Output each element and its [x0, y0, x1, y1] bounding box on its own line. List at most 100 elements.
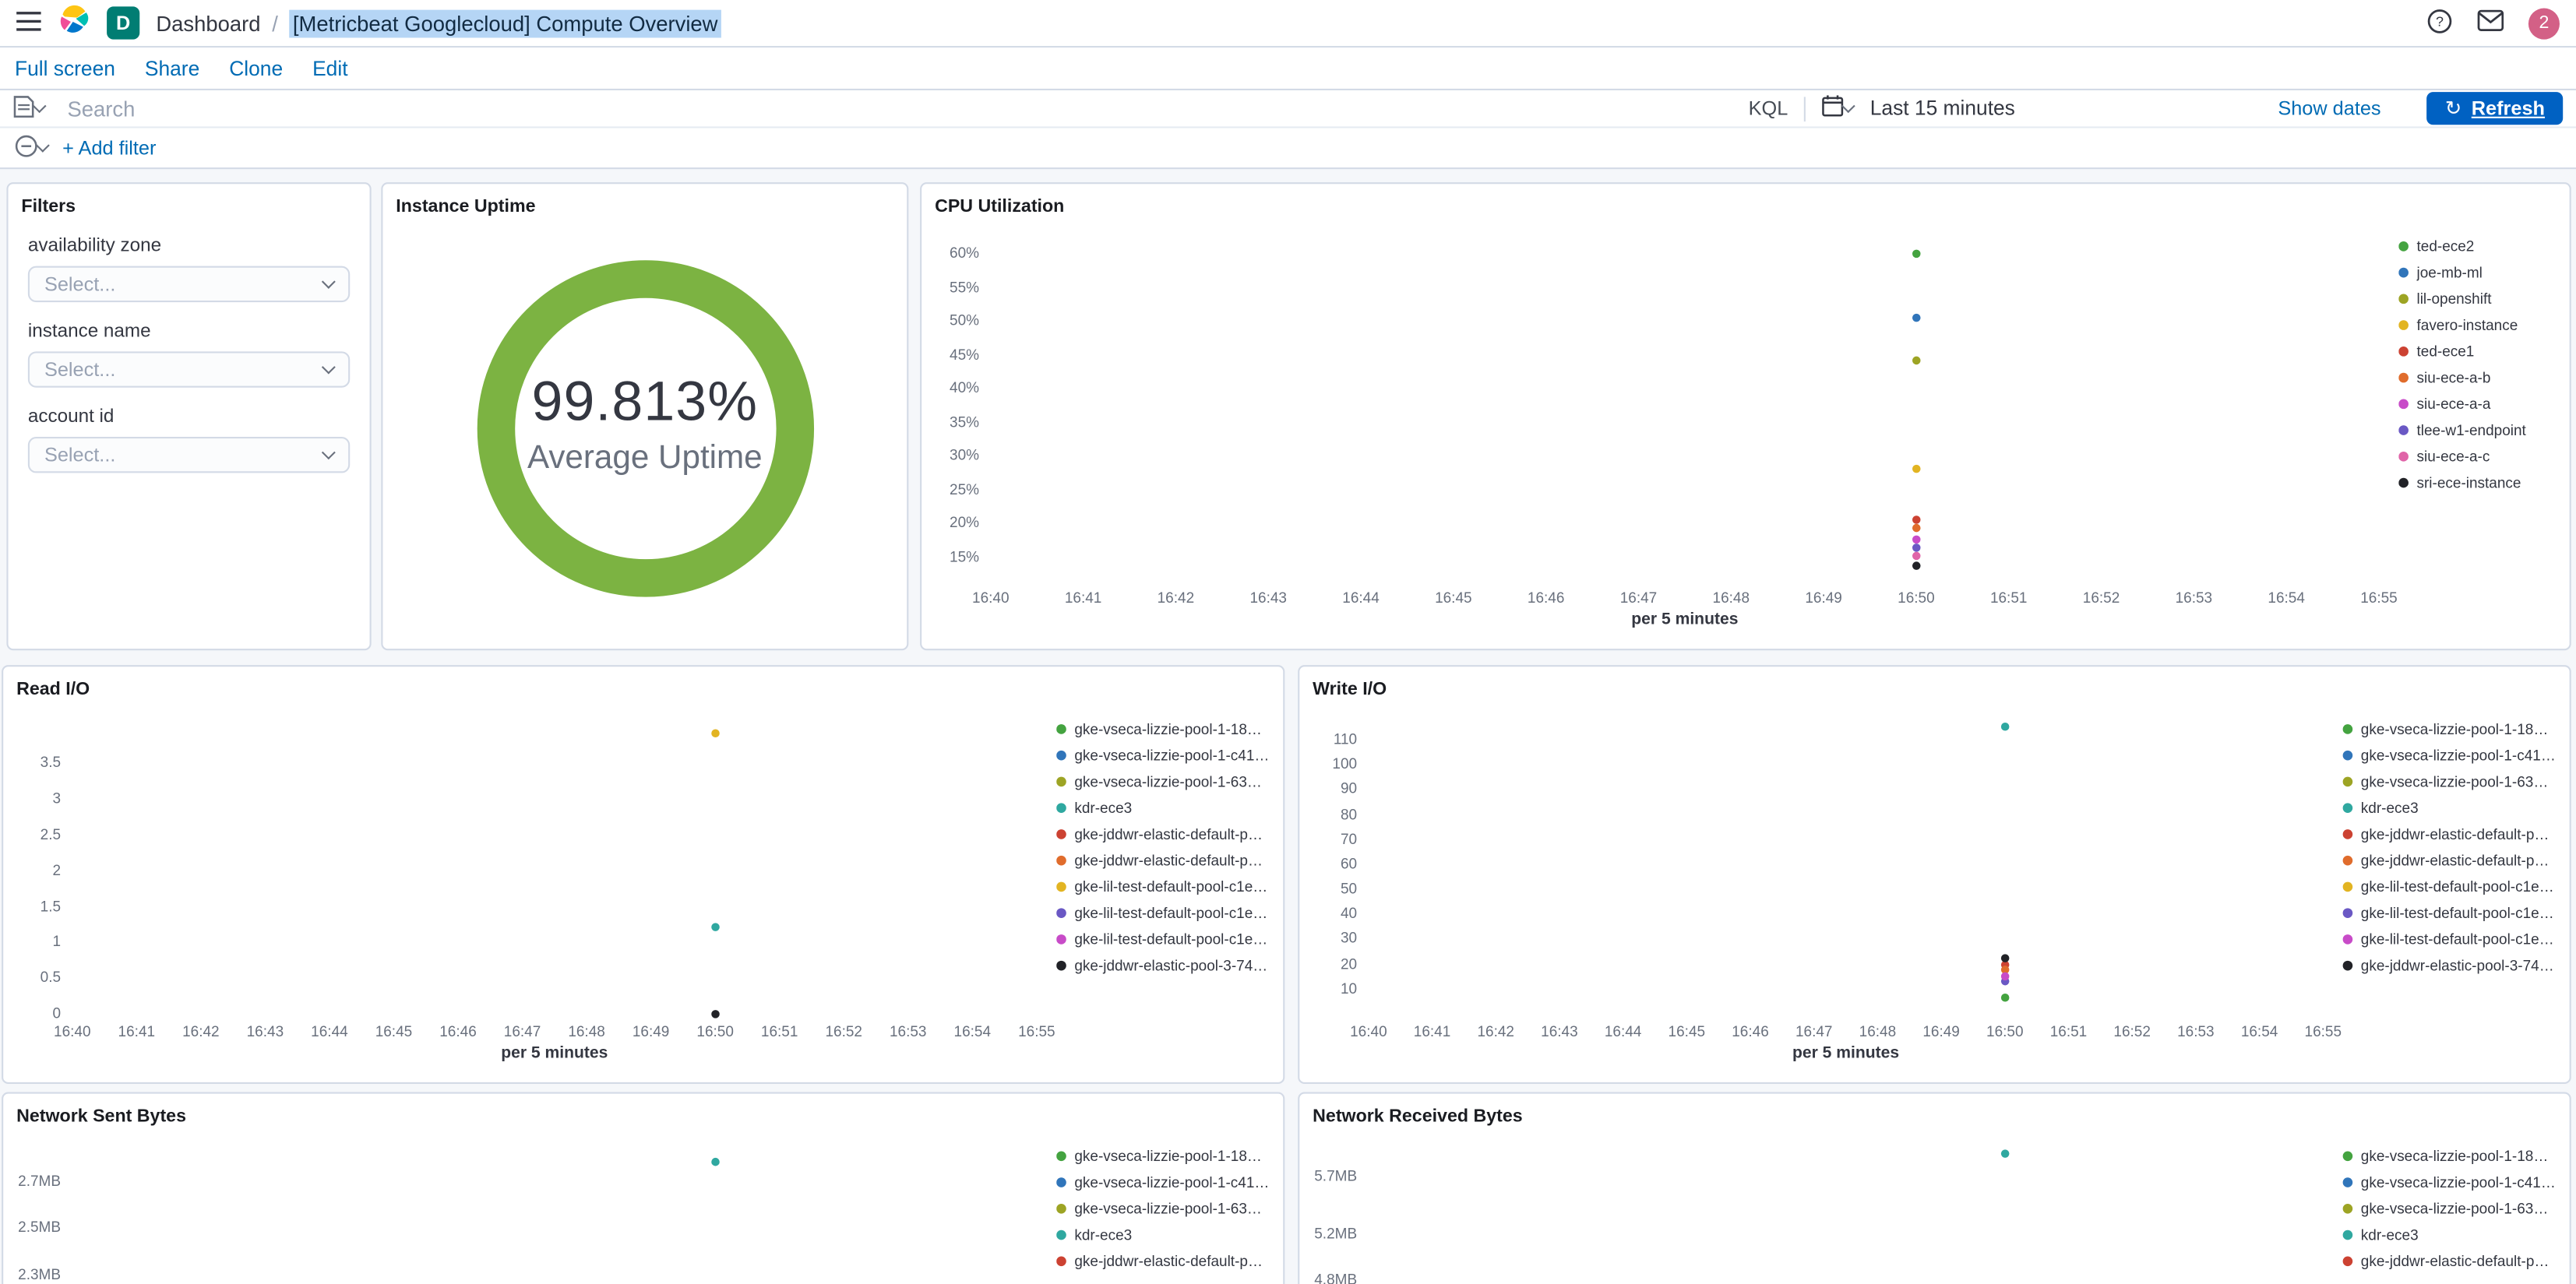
legend-item[interactable]: gke-jddwr-elastic-default-po…	[1056, 847, 1270, 874]
legend-dot-icon	[2398, 294, 2409, 304]
breadcrumb-dashboard[interactable]: Dashboard	[156, 11, 260, 36]
legend-item[interactable]: kdr-ece3	[1056, 1222, 1270, 1248]
legend-label: gke-vseca-lizzie-pool-1-630…	[2360, 1200, 2557, 1217]
user-avatar-button[interactable]: 2	[2528, 7, 2560, 39]
availability-zone-select[interactable]: Select...	[27, 266, 351, 303]
search-input[interactable]: Search	[67, 96, 135, 121]
x-axis-tick: 16:55	[2360, 589, 2398, 607]
legend-item[interactable]: favero-instance	[2398, 312, 2556, 339]
legend-label: gke-jddwr-elastic-pool-3-74…	[2360, 957, 2554, 974]
legend-label: tlee-w1-endpoint	[2416, 422, 2526, 439]
legend-item[interactable]: gke-vseca-lizzie-pool-1-c417…	[2342, 1170, 2557, 1196]
panel-read-io: Read I/O 3.5 3 2.5 2 1.5 1 0.5 0 16:40 16:41 16:42…	[2, 665, 1285, 1085]
legend-item[interactable]: gke-lil-test-default-pool-c1e…	[1056, 900, 1270, 927]
legend-item[interactable]: gke-vseca-lizzie-pool-1-1877…	[1056, 1143, 1270, 1170]
select-placeholder: Select...	[44, 443, 116, 466]
menu-item-clone[interactable]: Clone	[229, 57, 283, 80]
menu-item-full-screen[interactable]: Full screen	[15, 57, 115, 80]
panel-title[interactable]: Network Received Bytes	[1313, 1107, 2557, 1127]
x-axis-tick: 16:41	[1064, 589, 1102, 607]
elastic-logo[interactable]	[58, 2, 90, 44]
legend-item[interactable]: gke-jddwr-elastic-default-po…	[1056, 821, 1270, 848]
chart-legend: gke-vseca-lizzie-pool-1-1877… gke-vseca-l…	[2342, 706, 2557, 1066]
legend-item[interactable]: gke-lil-test-default-pool-c1e…	[2342, 927, 2557, 953]
legend-item[interactable]: gke-vseca-lizzie-pool-1-630…	[2342, 769, 2557, 795]
legend-item[interactable]: gke-lil-test-default-pool-c1e…	[1056, 927, 1270, 953]
panel-title[interactable]: Instance Uptime	[396, 197, 893, 216]
legend-item[interactable]: gke-jddwr-elastic-pool-3-74…	[2342, 952, 2557, 979]
show-dates-link[interactable]: Show dates	[2278, 97, 2380, 120]
network-received-bytes-chart: 5.7MB5.2MB4.8MB4.3MB3.8MB3.3MB	[1313, 1133, 2342, 1284]
x-axis-tick: 16:46	[439, 1022, 477, 1040]
legend-item[interactable]: siu-ece-a-b	[2398, 364, 2556, 391]
panel-title[interactable]: Filters	[21, 197, 356, 216]
y-axis-tick: 4.8MB	[1314, 1272, 1358, 1284]
legend-item[interactable]: gke-vseca-lizzie-pool-1-1877…	[2342, 1143, 2557, 1170]
newsfeed-button[interactable]	[2477, 9, 2504, 37]
legend-item[interactable]: gke-vseca-lizzie-pool-1-c417…	[2342, 742, 2557, 769]
chevron-down-icon	[35, 138, 50, 153]
y-axis-tick: 40	[1340, 905, 1358, 922]
legend-item[interactable]: gke-lil-test-default-pool-c1e…	[1056, 874, 1270, 900]
uptime-sublabel: Average Uptime	[527, 438, 763, 476]
legend-label: kdr-ece3	[1074, 1226, 1133, 1244]
time-range-display[interactable]: Last 15 minutes	[1870, 97, 2015, 120]
menu-item-share[interactable]: Share	[145, 57, 199, 80]
legend-label: gke-jddwr-elastic-default-po…	[1074, 1253, 1270, 1270]
legend-item[interactable]: kdr-ece3	[2342, 1222, 2557, 1248]
legend-dot-icon	[2342, 776, 2353, 787]
panel-title[interactable]: Write I/O	[1313, 680, 2557, 699]
kql-language-button[interactable]: KQL	[1749, 97, 1788, 120]
legend-item[interactable]: siu-ece-a-a	[2398, 391, 2556, 417]
menu-item-edit[interactable]: Edit	[312, 57, 347, 80]
legend-item[interactable]: siu-ece-a-c	[2398, 443, 2556, 470]
legend-item[interactable]: sri-ece-instance	[2398, 470, 2556, 496]
legend-item[interactable]: gke-jddwr-elastic-pool-3-74…	[1056, 952, 1270, 979]
legend-dot-icon	[2342, 750, 2353, 761]
page-title[interactable]: [Metricbeat Googlecloud] Compute Overvie…	[289, 9, 721, 37]
legend-item[interactable]: gke-lil-test-default-pool-c1e…	[2342, 900, 2557, 927]
legend-item[interactable]: gke-vseca-lizzie-pool-1-630…	[1056, 769, 1270, 795]
datepicker-quick-menu-button[interactable]	[1822, 95, 1856, 121]
refresh-button[interactable]: ↻ Refresh	[2426, 92, 2564, 125]
legend-item[interactable]: gke-vseca-lizzie-pool-1-630…	[1056, 1195, 1270, 1222]
legend-item[interactable]: joe-mb-ml	[2398, 259, 2556, 286]
add-filter-link[interactable]: + Add filter	[62, 136, 156, 160]
legend-item[interactable]: gke-jddwr-elastic-default-po…	[2342, 847, 2557, 874]
chart-legend: ted-ece2 joe-mb-ml lil-openshift favero-ins…	[2398, 223, 2556, 632]
data-point	[1912, 561, 1921, 571]
filter-options-button[interactable]	[15, 134, 50, 162]
legend-item[interactable]: kdr-ece3	[1056, 795, 1270, 821]
legend-item[interactable]: gke-jddwr-elastic-default-po…	[1056, 1248, 1270, 1275]
legend-item[interactable]: gke-lil-test-default-pool-c1e…	[2342, 874, 2557, 900]
panel-title[interactable]: CPU Utilization	[935, 197, 2557, 216]
saved-query-menu-button[interactable]	[13, 94, 47, 122]
space-badge[interactable]: D	[107, 6, 140, 40]
refresh-button-label: Refresh	[2471, 97, 2545, 120]
y-axis-tick: 2.5MB	[18, 1219, 62, 1237]
legend-item[interactable]: kdr-ece3	[2342, 795, 2557, 821]
read-io-chart: 3.5 3 2.5 2 1.5 1 0.5 0 16:40 16:41 16:42 16:43 16:4…	[16, 706, 1056, 1066]
x-axis-tick: 16:54	[953, 1022, 992, 1040]
legend-item[interactable]: gke-vseca-lizzie-pool-1-1877…	[2342, 716, 2557, 743]
legend-label: gke-vseca-lizzie-pool-1-1877…	[2360, 1148, 2557, 1165]
legend-item[interactable]: gke-vseca-lizzie-pool-1-c417…	[1056, 1170, 1270, 1196]
legend-item[interactable]: tlee-w1-endpoint	[2398, 417, 2556, 444]
refresh-icon: ↻	[2444, 97, 2462, 120]
legend-item[interactable]: gke-vseca-lizzie-pool-1-630…	[2342, 1195, 2557, 1222]
instance-name-select[interactable]: Select...	[27, 351, 351, 388]
help-button[interactable]: ?	[2426, 7, 2453, 38]
legend-item[interactable]: gke-vseca-lizzie-pool-1-1877…	[1056, 716, 1270, 743]
account-id-select[interactable]: Select...	[27, 437, 351, 473]
legend-item[interactable]: lil-openshift	[2398, 286, 2556, 312]
legend-item[interactable]: gke-vseca-lizzie-pool-1-c417…	[1056, 742, 1270, 769]
legend-item[interactable]: ted-ece1	[2398, 338, 2556, 364]
panel-title[interactable]: Network Sent Bytes	[16, 1107, 1270, 1127]
legend-label: ted-ece1	[2416, 343, 2475, 360]
legend-item[interactable]: gke-jddwr-elastic-default-po…	[2342, 821, 2557, 848]
panel-title[interactable]: Read I/O	[16, 680, 1270, 699]
legend-item[interactable]: ted-ece2	[2398, 233, 2556, 259]
menu-hamburger-button[interactable]	[16, 11, 41, 36]
legend-item[interactable]: gke-jddwr-elastic-default-po…	[2342, 1248, 2557, 1275]
saved-query-icon	[13, 94, 34, 122]
